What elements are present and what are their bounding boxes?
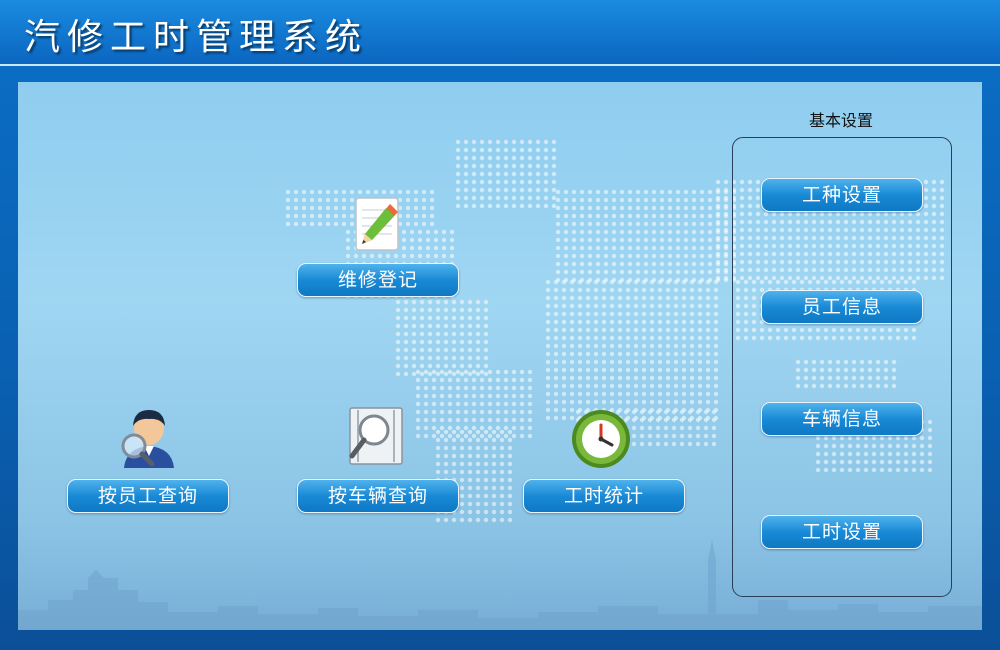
employee-info-button[interactable]: 员工信息 xyxy=(761,290,923,324)
repair-register-button[interactable]: 维修登记 xyxy=(297,263,459,297)
query-by-employee-button[interactable]: 按员工查询 xyxy=(67,479,229,513)
work-hour-stats-button[interactable]: 工时统计 xyxy=(523,479,685,513)
work-type-settings-button[interactable]: 工种设置 xyxy=(761,178,923,212)
basic-settings-title: 基本设置 xyxy=(808,111,873,130)
query-by-vehicle-button[interactable]: 按车辆查询 xyxy=(297,479,459,513)
pencil-notepad-icon[interactable] xyxy=(350,194,406,254)
app-title: 汽修工时管理系统 xyxy=(24,17,369,58)
work-hour-settings-button[interactable]: 工时设置 xyxy=(761,515,923,549)
clock-icon[interactable] xyxy=(570,408,632,470)
person-magnifier-icon[interactable] xyxy=(116,402,182,468)
document-magnifier-icon[interactable] xyxy=(340,404,410,468)
header-bar: 汽修工时管理系统 xyxy=(0,0,1000,65)
vehicle-info-button[interactable]: 车辆信息 xyxy=(761,402,923,436)
main-panel: 维修登记 按员工查询 按车辆查询 工时统计 基本设置 工种设置 员工信息 车辆信… xyxy=(18,82,982,630)
header-divider xyxy=(0,64,1000,66)
